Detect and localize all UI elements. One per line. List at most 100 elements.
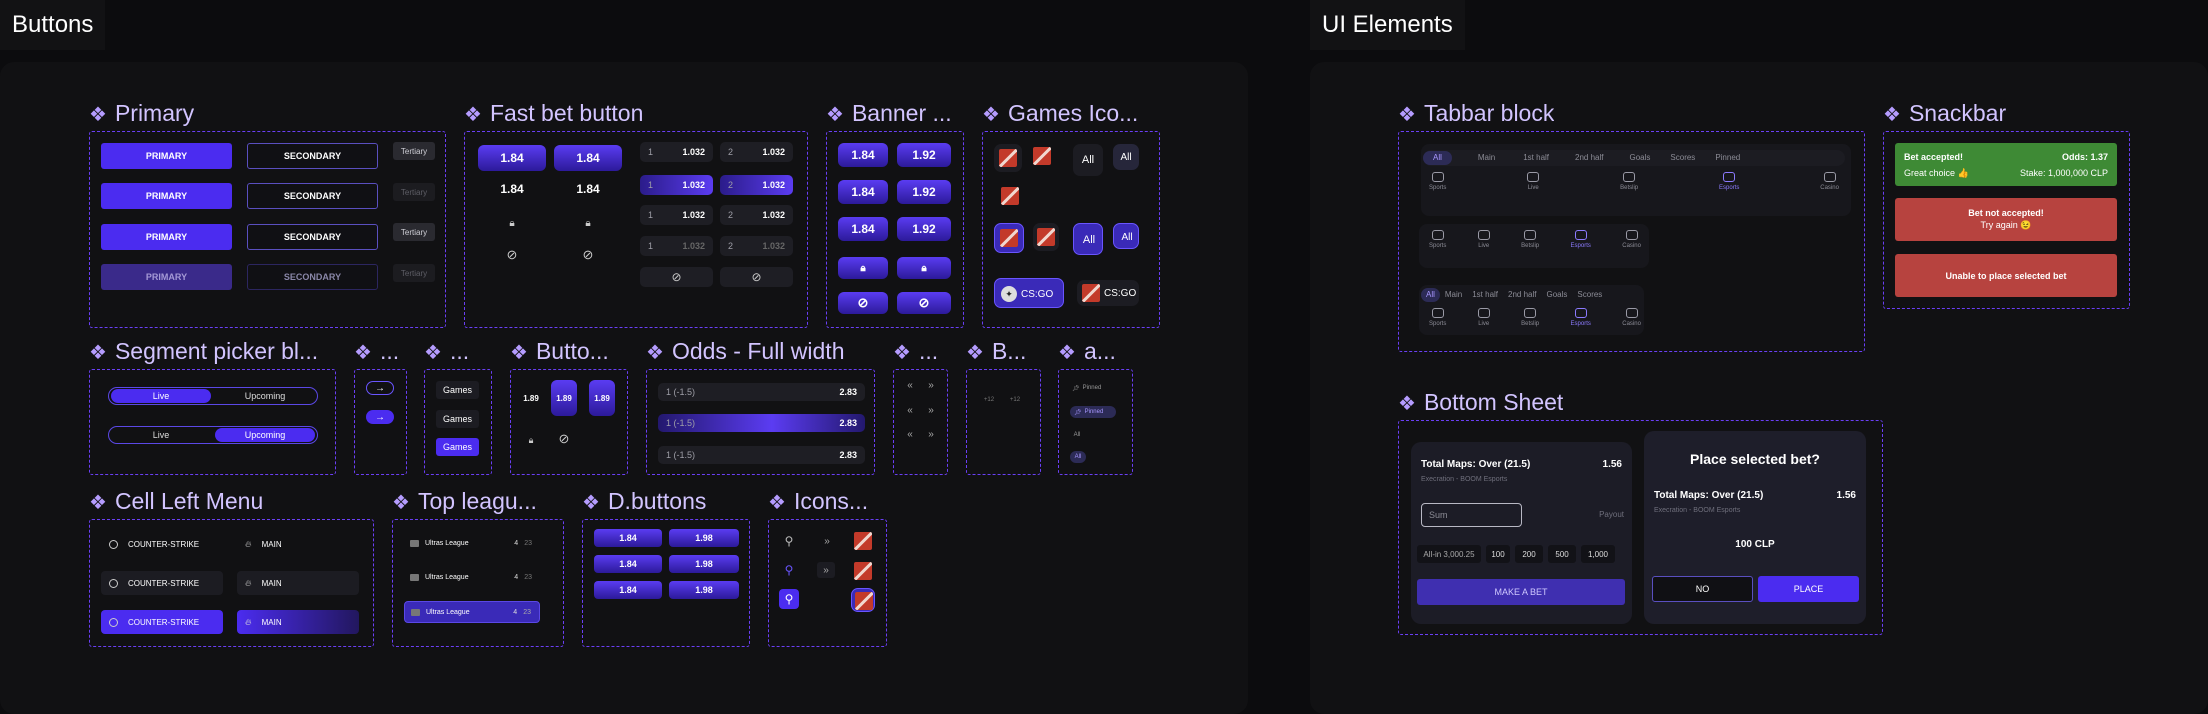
nav-casino[interactable]: Casino: [1820, 172, 1839, 191]
d-button[interactable]: 1.84: [594, 581, 662, 599]
place-button[interactable]: PLACE: [1758, 576, 1859, 602]
banner-odd[interactable]: 1.92: [897, 143, 951, 167]
pinned-chip-selected[interactable]: 📌︎ Pinned: [1070, 406, 1116, 418]
banner-odd[interactable]: 1.84: [838, 217, 888, 241]
search-icon-active[interactable]: ⚲: [781, 562, 797, 578]
primary-button-pressed[interactable]: PRIMARY: [101, 224, 232, 250]
dota-chip-selected[interactable]: [851, 588, 875, 612]
fast-bet-odd[interactable]: 1.84: [554, 145, 622, 171]
banner-odd[interactable]: 1.92: [897, 180, 951, 204]
nav-live[interactable]: Live: [1527, 172, 1540, 191]
secondary-button-pressed[interactable]: SECONDARY: [247, 224, 378, 250]
nav-live[interactable]: Live: [1477, 308, 1490, 327]
nav-sports[interactable]: Sports: [1429, 230, 1446, 249]
double-arrow-left-icon[interactable]: «: [903, 427, 917, 441]
game-chip-csgo-selected[interactable]: ✦ CS:GO: [994, 278, 1064, 308]
banner-lock[interactable]: 🔒︎: [838, 257, 888, 279]
fast-bet-odd[interactable]: 1.84: [554, 176, 622, 202]
odd-cell-selected[interactable]: 1.89: [551, 380, 577, 416]
game-chip[interactable]: [994, 144, 1022, 172]
all-chip[interactable]: All: [1070, 429, 1084, 441]
fast-bet-pill-selected[interactable]: 1 1.032: [640, 175, 713, 195]
segment-picker-live[interactable]: Live Upcoming: [108, 387, 318, 405]
double-arrow-right-icon[interactable]: »: [924, 427, 938, 441]
dota-icon[interactable]: [1001, 187, 1019, 205]
double-arrow-left-icon[interactable]: «: [903, 403, 917, 417]
fast-bet-pill-locked[interactable]: 1 1.032: [640, 236, 713, 256]
tertiary-button-hover[interactable]: Tertiary: [393, 183, 435, 201]
banner-blocked[interactable]: ⊘: [838, 292, 888, 314]
top-league-item[interactable]: Ultras League 4 23: [404, 532, 540, 554]
games-button[interactable]: Games: [436, 410, 479, 428]
nav-casino[interactable]: Casino: [1622, 308, 1641, 327]
top-league-item[interactable]: Ultras League 4 23: [404, 566, 540, 588]
tab-main[interactable]: Main: [1468, 151, 1505, 165]
quick-amount-button[interactable]: 200: [1515, 545, 1543, 563]
fast-bet-pill-blocked[interactable]: ⊘: [640, 267, 713, 287]
d-button[interactable]: 1.98: [669, 555, 739, 573]
tab-all[interactable]: All: [1423, 151, 1452, 165]
fast-bet-pill-locked[interactable]: 2 1.032: [720, 236, 793, 256]
fast-bet-odd[interactable]: 1.84: [478, 176, 546, 202]
tab-2nd-half[interactable]: 2nd half: [1503, 288, 1541, 302]
search-icon-selected[interactable]: ⚲: [779, 589, 799, 609]
double-arrow-right-icon[interactable]: »: [819, 533, 835, 549]
cell-left-item[interactable]: 🔥︎ MAIN: [237, 532, 359, 556]
nav-betslip[interactable]: Betslip: [1620, 172, 1638, 191]
nav-betslip[interactable]: Betslip: [1521, 230, 1539, 249]
fast-bet-pill[interactable]: 1 1.032: [640, 142, 713, 162]
cell-left-item[interactable]: COUNTER-STRIKE: [101, 532, 223, 556]
nav-live[interactable]: Live: [1477, 230, 1490, 249]
d-button[interactable]: 1.98: [669, 529, 739, 547]
odds-full-row[interactable]: 1 (-1.5) 2.83: [658, 446, 865, 464]
arrow-right-icon[interactable]: →: [366, 410, 394, 424]
cell-left-item-selected[interactable]: COUNTER-STRIKE: [101, 610, 223, 634]
game-chip-all[interactable]: All: [1073, 144, 1103, 176]
cell-left-item-hover[interactable]: COUNTER-STRIKE: [101, 571, 223, 595]
tab-main[interactable]: Main: [1440, 288, 1467, 302]
dota-icon[interactable]: [854, 562, 872, 580]
banner-odd[interactable]: 1.84: [838, 143, 888, 167]
game-chip-all-small-selected[interactable]: All: [1113, 223, 1139, 249]
make-bet-button[interactable]: MAKE A BET: [1417, 579, 1625, 605]
fast-bet-pill-selected[interactable]: 2 1.032: [720, 175, 793, 195]
secondary-button-hover[interactable]: SECONDARY: [247, 183, 378, 209]
nav-esports[interactable]: Esports: [1719, 172, 1739, 191]
tertiary-button[interactable]: Tertiary: [393, 142, 435, 160]
tab-1st-half[interactable]: 1st half: [1513, 151, 1559, 165]
fast-bet-pill[interactable]: 2 1.032: [720, 142, 793, 162]
tab-all[interactable]: All: [1421, 288, 1440, 302]
fast-bet-pill[interactable]: 2 1.032: [720, 205, 793, 225]
odd-cell-selected[interactable]: 1.89: [589, 380, 615, 416]
fast-bet-pill[interactable]: 1 1.032: [640, 205, 713, 225]
all-in-button[interactable]: All-in 3,000.25: [1417, 545, 1481, 563]
primary-button[interactable]: PRIMARY: [101, 143, 232, 169]
banner-lock[interactable]: 🔒︎: [897, 257, 951, 279]
secondary-button-disabled[interactable]: SECONDARY: [247, 264, 378, 290]
game-chip-csgo[interactable]: CS:GO: [1077, 280, 1139, 306]
tab-goals[interactable]: Goals: [1542, 288, 1573, 302]
nav-esports[interactable]: Esports: [1571, 308, 1591, 327]
banner-odd[interactable]: 1.84: [838, 180, 888, 204]
nav-betslip[interactable]: Betslip: [1521, 308, 1539, 327]
game-chip-all-selected[interactable]: All: [1073, 223, 1103, 255]
nav-sports[interactable]: Sports: [1429, 308, 1446, 327]
arrow-right-icon[interactable]: →: [366, 381, 394, 395]
games-button[interactable]: Games: [436, 381, 479, 399]
tertiary-button-disabled[interactable]: Tertiary: [393, 264, 435, 282]
cell-left-item-hover[interactable]: 🔥︎ MAIN: [237, 571, 359, 595]
banner-odd[interactable]: 1.92: [897, 217, 951, 241]
nav-esports[interactable]: Esports: [1571, 230, 1591, 249]
double-arrow-right-icon[interactable]: »: [817, 562, 835, 578]
quick-amount-button[interactable]: 1,000: [1581, 545, 1615, 563]
nav-casino[interactable]: Casino: [1622, 230, 1641, 249]
tab-goals[interactable]: Goals: [1620, 151, 1661, 165]
odds-full-row[interactable]: 1 (-1.5) 2.83: [658, 383, 865, 401]
fast-bet-pill-blocked[interactable]: ⊘: [720, 267, 793, 287]
nav-sports[interactable]: Sports: [1429, 172, 1446, 191]
tertiary-button-pressed[interactable]: Tertiary: [393, 223, 435, 241]
double-arrow-right-icon[interactable]: »: [924, 378, 938, 392]
tab-2nd-half[interactable]: 2nd half: [1565, 151, 1613, 165]
sum-input[interactable]: Sum: [1421, 503, 1522, 527]
game-chip-selected[interactable]: [994, 223, 1024, 253]
